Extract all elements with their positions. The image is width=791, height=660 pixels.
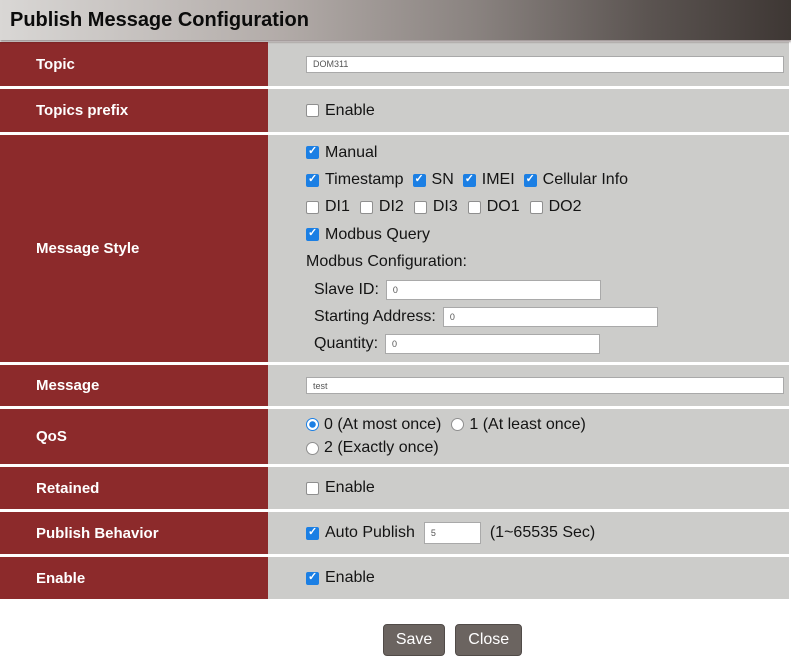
manual-label: Manual xyxy=(325,144,377,162)
qos-0-radio[interactable] xyxy=(306,418,319,431)
close-button[interactable]: Close xyxy=(455,624,522,656)
message-label: Message xyxy=(0,365,268,406)
timestamp-checkbox[interactable] xyxy=(306,174,319,187)
slave-id-label: Slave ID: xyxy=(314,281,379,299)
retained-enable-checkbox[interactable] xyxy=(306,482,319,495)
enable-checkbox[interactable] xyxy=(306,572,319,585)
row-enable: Enable Enable xyxy=(0,557,789,599)
page-title: Publish Message Configuration xyxy=(10,9,309,32)
imei-checkbox[interactable] xyxy=(463,174,476,187)
quantity-label: Quantity: xyxy=(314,335,378,353)
timestamp-label: Timestamp xyxy=(325,171,404,189)
qos-line-1: 0 (At most once) 1 (At least once) xyxy=(306,413,785,437)
retained-label: Retained xyxy=(0,467,268,509)
imei-label: IMEI xyxy=(482,171,515,189)
di3-checkbox[interactable] xyxy=(414,201,427,214)
row-qos: QoS 0 (At most once) 1 (At least once) xyxy=(0,409,789,464)
topics-prefix-label: Topics prefix xyxy=(0,89,268,132)
topic-label: Topic xyxy=(0,42,268,86)
di2-label: DI2 xyxy=(379,198,404,216)
qos-line-2: 2 (Exactly once) xyxy=(306,437,785,461)
di1-checkbox[interactable] xyxy=(306,201,319,214)
auto-publish-interval-input[interactable] xyxy=(424,522,481,544)
modbus-query-checkbox[interactable] xyxy=(306,228,319,241)
publish-behavior-label: Publish Behavior xyxy=(0,512,268,554)
slave-id-input[interactable] xyxy=(386,280,601,300)
qos-2-radio[interactable] xyxy=(306,442,319,455)
message-style-line-meta: Timestamp SN IMEI Cellular Info xyxy=(306,166,785,193)
topics-prefix-enable-label: Enable xyxy=(325,102,375,120)
topics-prefix-enable-checkbox[interactable] xyxy=(306,104,319,117)
do2-checkbox[interactable] xyxy=(530,201,543,214)
quantity-input[interactable] xyxy=(385,334,600,354)
topic-input[interactable] xyxy=(306,56,784,73)
enable-label: Enable xyxy=(0,557,268,599)
starting-address-label: Starting Address: xyxy=(314,308,436,326)
row-publish-behavior: Publish Behavior Auto Publish (1~65535 S… xyxy=(0,512,789,554)
button-bar: Save Close xyxy=(57,624,791,656)
do1-label: DO1 xyxy=(487,198,520,216)
row-message: Message xyxy=(0,365,789,406)
di1-label: DI1 xyxy=(325,198,350,216)
modbus-quantity-line: Quantity: xyxy=(306,331,785,358)
auto-publish-checkbox[interactable] xyxy=(306,527,319,540)
qos-1-radio[interactable] xyxy=(451,418,464,431)
save-button[interactable]: Save xyxy=(383,624,445,656)
message-style-line-manual: Manual xyxy=(306,139,785,166)
do2-label: DO2 xyxy=(549,198,582,216)
sn-label: SN xyxy=(432,171,454,189)
modbus-starting-address-line: Starting Address: xyxy=(306,303,785,330)
qos-label: QoS xyxy=(0,409,268,464)
row-retained: Retained Enable xyxy=(0,467,789,509)
cellular-info-label: Cellular Info xyxy=(543,171,628,189)
message-input[interactable] xyxy=(306,377,784,394)
message-style-line-io: DI1 DI2 DI3 DO1 xyxy=(306,194,785,221)
retained-enable-label: Enable xyxy=(325,479,375,497)
auto-publish-range-hint: (1~65535 Sec) xyxy=(490,524,595,542)
do1-checkbox[interactable] xyxy=(468,201,481,214)
auto-publish-label: Auto Publish xyxy=(325,524,415,542)
row-message-style: Message Style Manual Timestamp SN xyxy=(0,135,789,362)
modbus-query-label: Modbus Query xyxy=(325,226,430,244)
row-topics-prefix: Topics prefix Enable xyxy=(0,89,789,132)
qos-1-label: 1 (At least once) xyxy=(469,416,586,434)
modbus-slave-id-line: Slave ID: xyxy=(306,276,785,303)
row-topic: Topic xyxy=(0,42,789,86)
cellular-info-checkbox[interactable] xyxy=(524,174,537,187)
title-bar: Publish Message Configuration xyxy=(0,0,791,40)
qos-0-label: 0 (At most once) xyxy=(324,416,441,434)
modbus-configuration-heading: Modbus Configuration: xyxy=(306,249,785,276)
message-style-line-modbus-query: Modbus Query xyxy=(306,221,785,248)
qos-2-label: 2 (Exactly once) xyxy=(324,439,439,457)
publish-message-configuration-page: Publish Message Configuration Topic Topi… xyxy=(0,0,791,660)
di3-label: DI3 xyxy=(433,198,458,216)
sn-checkbox[interactable] xyxy=(413,174,426,187)
enable-checkbox-label: Enable xyxy=(325,569,375,587)
config-table: Topic Topics prefix Enable Message Style… xyxy=(0,42,791,599)
starting-address-input[interactable] xyxy=(443,307,658,327)
di2-checkbox[interactable] xyxy=(360,201,373,214)
message-style-label: Message Style xyxy=(0,135,268,362)
manual-checkbox[interactable] xyxy=(306,146,319,159)
